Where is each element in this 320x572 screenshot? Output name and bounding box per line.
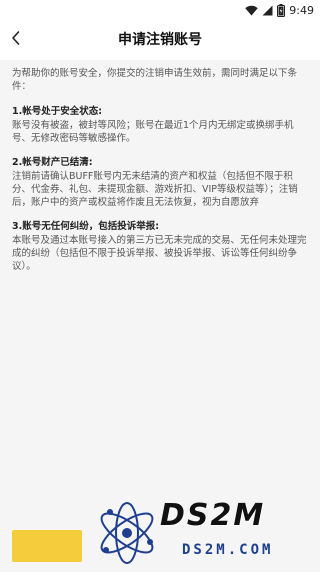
intro-text: 为帮助你的账号安全，你提交的注销申请生效前，需同时满足以下条件： (12, 68, 298, 92)
page-title: 申请注销账号 (118, 32, 202, 48)
status-time: 9:49 (289, 3, 314, 17)
terms-content: 为帮助你的账号安全，你提交的注销申请生效前，需同时满足以下条件： 1.帐号处于安… (12, 67, 310, 284)
navigation-bar: 申请注销账号 (0, 20, 320, 60)
status-icons: 9:49 (245, 3, 314, 17)
battery-icon (277, 3, 286, 17)
condition-heading: 1.帐号处于安全状态: (12, 106, 103, 117)
condition-section-1: 1.帐号处于安全状态: 账号没有被盗，被封等风险；账号在最近1个月内无绑定或换绑… (12, 105, 310, 145)
watermark-url: DS2M.COM (182, 542, 274, 558)
wifi-icon (245, 5, 258, 16)
watermark-logo-icon (92, 498, 162, 572)
chevron-left-icon (10, 30, 22, 50)
signal-icon (262, 5, 273, 16)
condition-section-2: 2.帐号财产已结清: 注销前请确认BUFF账号内无未结清的资产和权益（包括但不限… (12, 156, 310, 209)
watermark-title: DS2M (160, 498, 266, 533)
condition-body: 账号没有被盗，被封等风险；账号在最近1个月内无绑定或换绑手机号、无修改密码等敏感… (12, 120, 294, 144)
back-button[interactable] (2, 24, 30, 56)
status-bar: 9:49 (0, 0, 320, 20)
condition-section-3: 3.账号无任何纠纷，包括投诉举报: 本账号及通过本账号接入的第三方已无未完成的交… (12, 220, 310, 273)
submit-button[interactable] (12, 530, 82, 562)
watermark: DS2M DS2M.COM (92, 496, 312, 568)
condition-heading: 2.帐号财产已结清: (12, 157, 93, 168)
condition-heading: 3.账号无任何纠纷，包括投诉举报: (12, 221, 160, 232)
condition-body: 注销前请确认BUFF账号内无未结清的资产和权益（包括但不限于积分、代金券、礼包、… (12, 171, 298, 208)
condition-body: 本账号及通过本账号接入的第三方已无未完成的交易、无任何未处理完成的纠纷（包括但不… (12, 235, 307, 272)
